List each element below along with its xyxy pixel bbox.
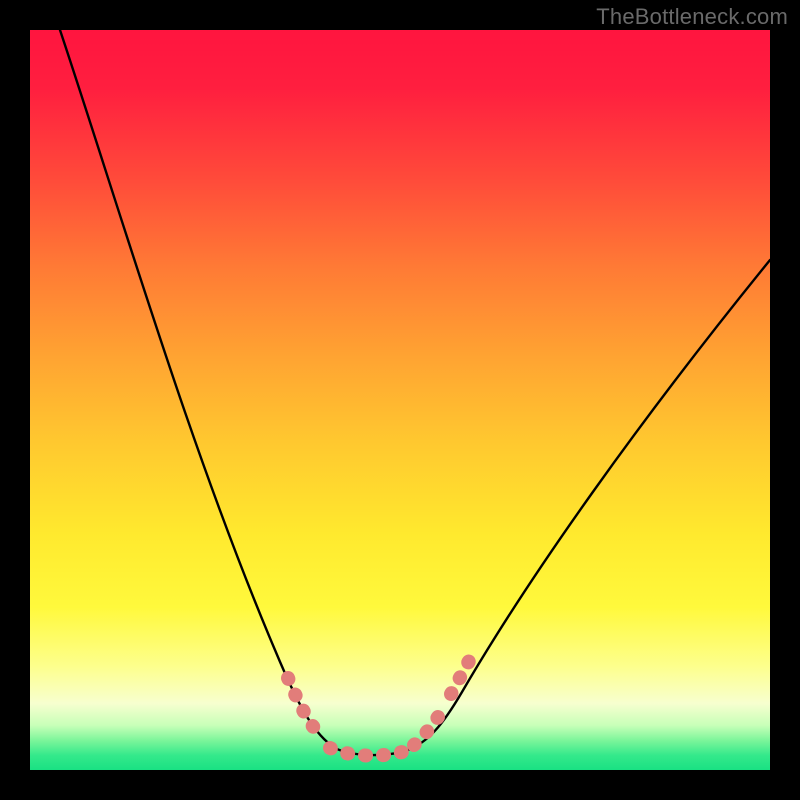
watermark-text: TheBottleneck.com	[596, 4, 788, 30]
chart-svg	[30, 30, 770, 770]
optimal-range-left	[288, 678, 322, 738]
chart-frame: TheBottleneck.com	[0, 0, 800, 800]
bottleneck-curve	[60, 30, 770, 755]
chart-plot-area	[30, 30, 770, 770]
optimal-range-bottom	[330, 748, 406, 756]
optimal-range-right-upper	[451, 661, 469, 694]
